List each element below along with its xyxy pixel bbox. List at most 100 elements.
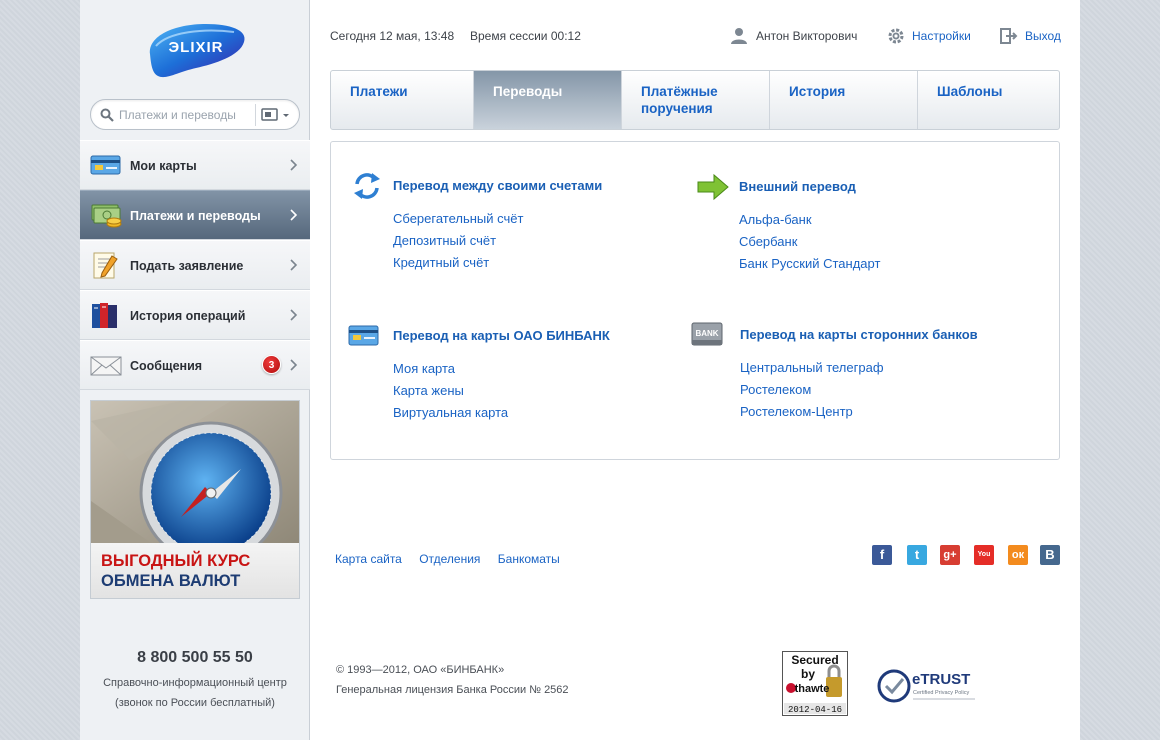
settings-label: Настройки xyxy=(912,29,971,43)
link-central-telegraph[interactable]: Центральный телеграф xyxy=(740,357,884,379)
hotline-phone: 8 800 500 55 50 xyxy=(137,649,253,666)
group-title[interactable]: Перевод между своими счетами xyxy=(393,178,602,193)
elixir-logo[interactable]: ЭLIXIR xyxy=(144,18,248,80)
hotline-note-line-1: Справочно-информационный центр xyxy=(103,677,287,689)
youtube-icon[interactable]: You xyxy=(974,545,994,565)
etrust-title: eTRUST xyxy=(912,671,970,688)
group-title[interactable]: Перевод на карты сторонних банков xyxy=(740,327,978,342)
copyright: © 1993—2012, ОАО «БИНБАНК» Генеральная л… xyxy=(336,660,569,700)
hotline-note: Справочно-информационный центр (звонок п… xyxy=(80,673,310,713)
link-virtual-card[interactable]: Виртуальная карта xyxy=(393,402,508,424)
thawte-line-3: thawte xyxy=(795,683,830,695)
thawte-line-2: by xyxy=(801,667,815,681)
search-icon[interactable] xyxy=(100,108,114,122)
link-rostelecom[interactable]: Ростелеком xyxy=(740,379,884,401)
link-alfa-bank[interactable]: Альфа-банк xyxy=(739,209,880,231)
copyright-line-2: Генеральная лицензия Банка России № 2562 xyxy=(336,684,569,696)
books-icon xyxy=(92,303,117,328)
search-box xyxy=(90,99,300,130)
group-title[interactable]: Внешний перевод xyxy=(739,179,856,194)
link-branches[interactable]: Отделения xyxy=(419,552,480,566)
envelope-icon xyxy=(90,356,122,376)
etrust-seal[interactable]: eTRUST Certified Privacy Policy xyxy=(877,668,981,704)
logout-label: Выход xyxy=(1025,29,1061,43)
link-atms[interactable]: Банкоматы xyxy=(498,552,560,566)
logo-text: ЭLIXIR xyxy=(168,39,223,56)
bank-card-icon: BANK xyxy=(691,322,723,346)
menu-item-operation-history[interactable]: История операций xyxy=(80,290,310,340)
facebook-icon[interactable]: f xyxy=(872,545,892,565)
group-links: Моя карта Карта жены Виртуальная карта xyxy=(393,358,508,424)
thawte-seal[interactable]: Secured by thawte 2012-04-16 xyxy=(782,651,848,716)
menu-label: Мои карты xyxy=(130,159,197,173)
menu-label: Подать заявление xyxy=(130,259,244,273)
sidebar: ЭLIXIR Мои карты xyxy=(80,0,310,740)
session-time: Время сессии 00:12 xyxy=(470,29,581,43)
money-icon xyxy=(91,204,122,228)
main-area: Сегодня 12 мая, 13:48 Время сессии 00:12… xyxy=(310,0,1080,740)
logout-icon xyxy=(1000,28,1018,44)
compass-banknotes-image xyxy=(91,401,299,543)
section-tabs: Платежи Переводы Платёжные поручения Ист… xyxy=(330,70,1060,130)
cards-icon xyxy=(348,325,379,346)
tab-payments[interactable]: Платежи xyxy=(331,71,474,129)
link-wife-card[interactable]: Карта жены xyxy=(393,380,508,402)
tab-templates[interactable]: Шаблоны xyxy=(918,71,1059,129)
promo-text: ВЫГОДНЫЙ КУРС ОБМЕНА ВАЛЮТ xyxy=(91,543,299,598)
google-plus-icon[interactable]: g+ xyxy=(940,545,960,565)
vkontakte-icon[interactable]: В xyxy=(1040,545,1060,565)
logout-link[interactable]: Выход xyxy=(1000,27,1061,50)
chevron-right-icon xyxy=(290,309,298,321)
menu-item-payments-transfers[interactable]: Платежи и переводы xyxy=(80,190,310,240)
copyright-line-1: © 1993—2012, ОАО «БИНБАНК» xyxy=(336,664,505,676)
tab-transfers[interactable]: Переводы xyxy=(474,71,622,129)
user-icon xyxy=(731,28,747,44)
search-mode-dropdown[interactable] xyxy=(261,108,295,123)
etrust-subtitle: Certified Privacy Policy xyxy=(913,690,969,696)
tab-payment-orders[interactable]: Платёжные поручения xyxy=(622,71,770,129)
link-credit-account[interactable]: Кредитный счёт xyxy=(393,252,523,274)
link-my-card[interactable]: Моя карта xyxy=(393,358,508,380)
application-icon xyxy=(93,252,118,279)
bank-icon-text: BANK xyxy=(695,329,718,338)
footer-links: Карта сайта Отделения Банкоматы xyxy=(335,552,574,566)
currency-exchange-promo-banner[interactable]: ВЫГОДНЫЙ КУРС ОБМЕНА ВАЛЮТ xyxy=(90,400,300,599)
green-arrow-icon xyxy=(697,173,729,201)
odnoklassniki-icon[interactable]: ок xyxy=(1008,545,1028,565)
menu-label: Платежи и переводы xyxy=(130,209,261,223)
menu-item-messages[interactable]: Сообщения 3 xyxy=(80,340,310,390)
user-name: Антон Викторович xyxy=(756,29,858,43)
chevron-right-icon xyxy=(290,159,298,171)
gear-icon xyxy=(888,28,904,44)
group-title[interactable]: Перевод на карты ОАО БИНБАНК xyxy=(393,328,610,343)
link-sitemap[interactable]: Карта сайта xyxy=(335,552,402,566)
promo-line-1: ВЫГОДНЫЙ КУРС xyxy=(101,552,251,570)
menu-label: Сообщения xyxy=(130,359,203,373)
link-rostelecom-center[interactable]: Ростелеком-Центр xyxy=(740,401,884,423)
group-links: Центральный телеграф Ростелеком Ростелек… xyxy=(740,357,884,423)
group-links: Сберегательный счёт Депозитный счёт Кред… xyxy=(393,208,523,274)
link-russian-standard[interactable]: Банк Русский Стандарт xyxy=(739,253,880,275)
search-input[interactable] xyxy=(119,105,251,125)
chevron-right-icon xyxy=(290,259,298,271)
transfers-panel: Перевод между своими счетами Сберегатель… xyxy=(330,141,1060,460)
chevron-right-icon xyxy=(290,209,298,221)
menu-item-my-cards[interactable]: Мои карты xyxy=(80,140,310,190)
unread-count-badge: 3 xyxy=(262,355,281,374)
menu-item-submit-application[interactable]: Подать заявление xyxy=(80,240,310,290)
promo-line-2: ОБМЕНА ВАЛЮТ xyxy=(101,572,241,590)
cards-icon xyxy=(90,155,121,175)
thawte-line-1: Secured xyxy=(791,653,838,667)
thawte-date: 2012-04-16 xyxy=(788,705,842,715)
refresh-arrows-icon xyxy=(354,173,380,199)
settings-link[interactable]: Настройки xyxy=(887,27,971,50)
search-separator xyxy=(255,104,256,126)
menu-label: История операций xyxy=(130,309,246,323)
link-sberbank[interactable]: Сбербанк xyxy=(739,231,880,253)
hotline-note-line-2: (звонок по России бесплатный) xyxy=(115,697,275,709)
link-deposit-account[interactable]: Депозитный счёт xyxy=(393,230,523,252)
tab-history[interactable]: История xyxy=(770,71,918,129)
main-menu: Мои карты Платежи и переводы Подать заяв… xyxy=(80,140,310,390)
link-savings-account[interactable]: Сберегательный счёт xyxy=(393,208,523,230)
twitter-icon[interactable]: t xyxy=(907,545,927,565)
